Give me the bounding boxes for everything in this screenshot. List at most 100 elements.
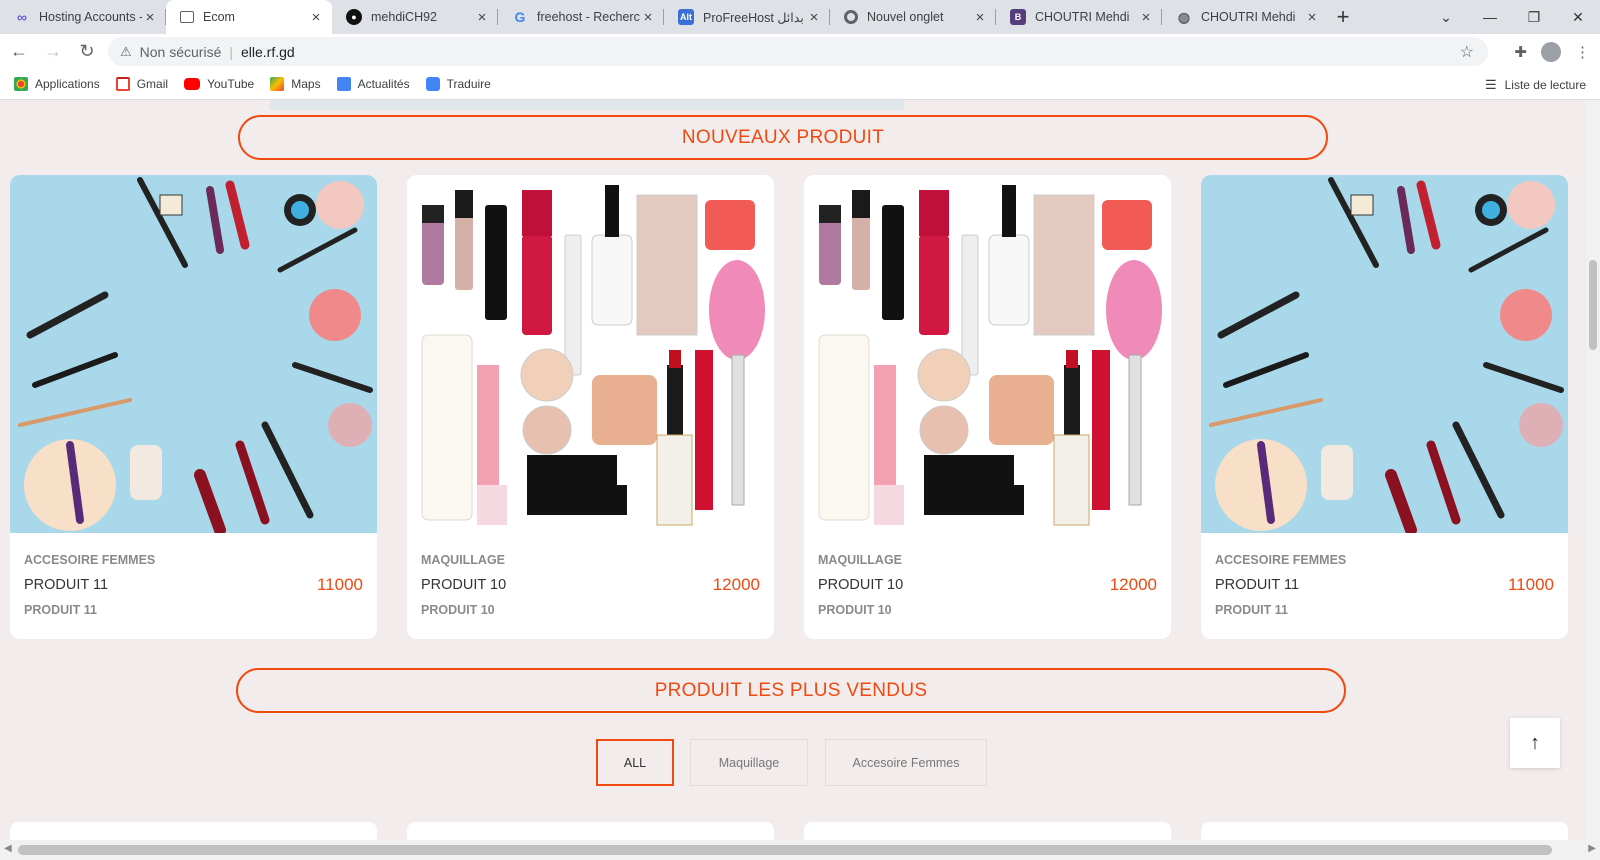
- tab-github[interactable]: ● mehdiCH92 ×: [332, 0, 498, 34]
- url-text[interactable]: elle.rf.gd: [241, 44, 295, 60]
- product-name[interactable]: PRODUIT 11: [24, 577, 108, 593]
- reading-list[interactable]: ☰ Liste de lecture: [1485, 69, 1586, 100]
- product-card-partial: [804, 822, 1171, 840]
- back-icon[interactable]: ←: [4, 41, 34, 62]
- close-tab-icon[interactable]: ×: [806, 9, 822, 26]
- scroll-right-icon[interactable]: ▶: [1588, 843, 1596, 854]
- security-label[interactable]: Non sécurisé: [140, 44, 222, 60]
- address-bar[interactable]: ⚠ Non sécurisé | elle.rf.gd ☆: [108, 37, 1488, 66]
- tab-ecom[interactable]: Ecom ×: [166, 0, 332, 34]
- tab-search-icon[interactable]: ⌄: [1424, 9, 1468, 26]
- product-image[interactable]: [407, 175, 774, 533]
- banner-image-bottom: [270, 100, 904, 110]
- close-tab-icon[interactable]: ×: [972, 9, 988, 26]
- product-card-partial: [407, 822, 774, 840]
- tab-title: Ecom: [203, 10, 235, 24]
- product-card[interactable]: ACCESOIRE FEMMES PRODUIT 11 11000 PRODUI…: [10, 175, 377, 639]
- tab-title: ProFreeHost بدائل: [703, 10, 804, 25]
- bookmark-label: YouTube: [207, 77, 255, 91]
- product-price: 12000: [1109, 575, 1157, 594]
- product-name[interactable]: PRODUIT 11: [1215, 577, 1299, 593]
- bookmark-news[interactable]: Actualités: [336, 77, 410, 91]
- bookmark-label: Traduire: [446, 77, 491, 91]
- bookmark-label: Applications: [35, 77, 100, 91]
- tab-google-search[interactable]: G freehost - Recherch ×: [498, 0, 664, 34]
- product-image[interactable]: [1201, 175, 1568, 533]
- tab-choutri-globe[interactable]: ◍ CHOUTRI Mehdi ×: [1162, 0, 1328, 34]
- vertical-scrollbar[interactable]: [1586, 100, 1600, 840]
- youtube-icon: [184, 78, 201, 90]
- browser-toolbar: ← → ↻ ⚠ Non sécurisé | elle.rf.gd ☆ ✚ ⋮: [0, 34, 1600, 69]
- scroll-left-icon[interactable]: ◀: [4, 843, 12, 854]
- bookmark-label: Gmail: [136, 77, 169, 91]
- product-name[interactable]: PRODUIT 10: [818, 577, 903, 593]
- page-content: NOUVEAUX PRODUIT ACCESOIRE FEMMES PRODUI…: [0, 100, 1586, 840]
- tab-hosting-accounts[interactable]: ∞ Hosting Accounts - ×: [0, 0, 166, 34]
- filter-all-button[interactable]: ALL: [596, 739, 674, 786]
- tab-title: freehost - Recherch: [537, 10, 640, 24]
- bookmarks-bar: Applications Gmail YouTube Maps Actualit…: [0, 69, 1600, 100]
- window-controls: ⌄ — ❐ ✕: [1424, 0, 1600, 34]
- tab-title: mehdiCH92: [371, 10, 438, 24]
- product-card-partial: [1201, 822, 1568, 840]
- filter-maquillage-button[interactable]: Maquillage: [690, 739, 808, 786]
- product-subtitle: PRODUIT 10: [818, 603, 892, 617]
- warning-icon[interactable]: ⚠: [120, 44, 132, 60]
- restore-icon[interactable]: ❐: [1512, 9, 1556, 26]
- page-icon: [180, 11, 194, 23]
- forward-icon[interactable]: →: [38, 41, 68, 62]
- tab-choutri-bootstrap[interactable]: B CHOUTRI Mehdi ×: [996, 0, 1162, 34]
- browser-tab-strip: ∞ Hosting Accounts - × Ecom × ● mehdiCH9…: [0, 0, 1600, 34]
- close-tab-icon[interactable]: ×: [308, 9, 324, 26]
- bookmark-maps[interactable]: Maps: [270, 77, 321, 91]
- close-tab-icon[interactable]: ×: [640, 9, 656, 26]
- bookmark-youtube[interactable]: YouTube: [184, 77, 254, 91]
- product-price: 11000: [1507, 575, 1554, 594]
- horizontal-scrollbar[interactable]: ◀ ▶: [0, 840, 1600, 860]
- product-category: MAQUILLAGE: [421, 553, 506, 567]
- tab-new-tab[interactable]: Nouvel onglet ×: [830, 0, 996, 34]
- product-image[interactable]: [804, 175, 1171, 533]
- new-tab-button[interactable]: +: [1328, 0, 1358, 34]
- bookmark-label: Actualités: [357, 77, 410, 91]
- product-card[interactable]: MAQUILLAGE PRODUIT 10 12000 PRODUIT 10: [804, 175, 1171, 639]
- reading-list-icon: ☰: [1484, 76, 1497, 92]
- bookmark-applications[interactable]: Applications: [14, 77, 100, 91]
- product-card-partial: [10, 822, 377, 840]
- close-tab-icon[interactable]: ×: [474, 9, 490, 26]
- product-category: MAQUILLAGE: [818, 553, 903, 567]
- menu-icon[interactable]: ⋮: [1575, 43, 1590, 61]
- profile-avatar[interactable]: [1541, 41, 1561, 62]
- close-tab-icon[interactable]: ×: [1304, 9, 1320, 26]
- bookmark-translate[interactable]: Traduire: [425, 77, 491, 91]
- bookmark-label: Maps: [291, 77, 321, 91]
- close-tab-icon[interactable]: ×: [142, 9, 158, 26]
- globe-icon: ◍: [1177, 8, 1191, 25]
- bookmark-star-icon[interactable]: ☆: [1460, 42, 1474, 62]
- chrome-icon: [844, 10, 858, 24]
- filter-accessoire-femmes-button[interactable]: Accesoire Femmes: [825, 739, 987, 786]
- product-price: 11000: [316, 575, 363, 594]
- translate-icon: [425, 77, 440, 91]
- minimize-icon[interactable]: —: [1468, 9, 1512, 25]
- product-card[interactable]: MAQUILLAGE PRODUIT 10 12000 PRODUIT 10: [407, 175, 774, 639]
- bookmark-gmail[interactable]: Gmail: [115, 77, 169, 91]
- gmail-icon: [115, 77, 130, 91]
- horizontal-scroll-thumb[interactable]: [18, 845, 1552, 855]
- vertical-scroll-thumb[interactable]: [1589, 260, 1597, 350]
- product-card[interactable]: ACCESOIRE FEMMES PRODUIT 11 11000 PRODUI…: [1201, 175, 1568, 639]
- tab-title: Hosting Accounts -: [39, 10, 142, 24]
- maps-icon: [270, 77, 285, 91]
- product-subtitle: PRODUIT 11: [24, 603, 97, 617]
- new-products-title: NOUVEAUX PRODUIT: [238, 115, 1328, 160]
- close-window-icon[interactable]: ✕: [1556, 9, 1600, 26]
- close-tab-icon[interactable]: ×: [1138, 9, 1154, 26]
- alt-icon: Alt: [678, 9, 694, 25]
- product-price: 12000: [712, 575, 760, 594]
- tab-profreehost[interactable]: Alt ProFreeHost بدائل ×: [664, 0, 830, 34]
- product-name[interactable]: PRODUIT 10: [421, 577, 506, 593]
- extensions-icon[interactable]: ✚: [1514, 43, 1527, 61]
- back-to-top-button[interactable]: ↑: [1510, 718, 1560, 768]
- product-image[interactable]: [10, 175, 377, 533]
- reload-icon[interactable]: ↻: [72, 41, 102, 62]
